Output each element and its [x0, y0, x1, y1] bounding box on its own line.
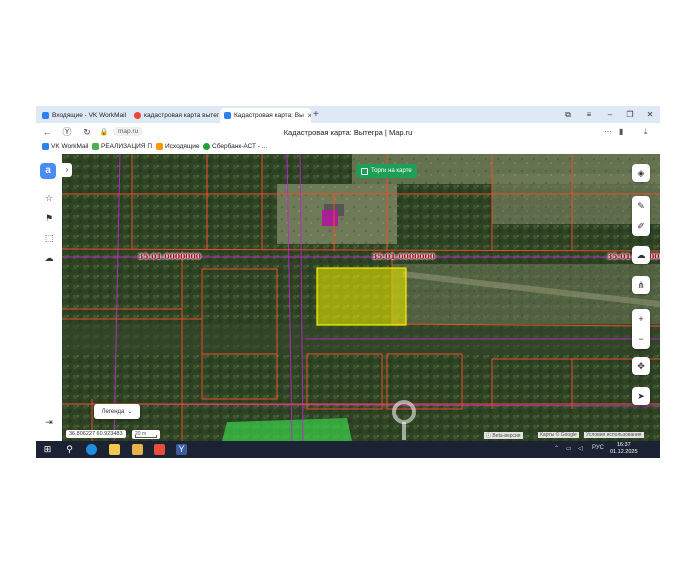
bookmark-label: Сбербанк-АСТ - ... — [212, 143, 268, 150]
yandex-browser-icon[interactable]: Y — [176, 444, 187, 455]
pencil-icon[interactable]: ✎ — [632, 196, 650, 216]
legend-button[interactable]: Легенда ⌄ — [94, 404, 140, 419]
more-icon[interactable]: ··· — [604, 127, 612, 137]
map-sidebar: a ☆ ⚑ ⬚ ☁ ⇥ — [36, 154, 62, 441]
folder-icon[interactable] — [132, 444, 143, 455]
cloud-upload-icon: ☁ — [636, 250, 646, 260]
cloud-icon[interactable]: ☁ — [43, 252, 55, 264]
tab-bar: Входящие - VK WorkMail кадастровая карта… — [36, 106, 660, 123]
tab-yandex-search[interactable]: кадастровая карта вытег — [130, 108, 220, 123]
tab-label: Входящие - VK WorkMail — [52, 112, 127, 119]
system-clock[interactable]: 16:37 01.12.2025 — [610, 442, 638, 456]
checkbox-icon[interactable] — [361, 167, 368, 175]
yandex-icon — [134, 112, 141, 119]
collections-icon[interactable]: ⧉ — [561, 108, 575, 121]
cadastral-label: 35:01:0000000 — [138, 252, 201, 261]
flag-icon[interactable]: ⚑ — [43, 212, 55, 224]
mail-icon — [42, 143, 49, 150]
edit-icon[interactable]: ✐ — [632, 216, 650, 236]
pan-button[interactable]: ✥ — [632, 357, 650, 375]
layers-button[interactable]: ◈ — [632, 164, 650, 182]
cursor-coordinates: 36.806227 60.923483 — [66, 430, 126, 438]
clock-date: 01.12.2025 — [610, 449, 638, 455]
windows-start-icon[interactable]: ⊞ — [42, 444, 53, 455]
search-icon[interactable]: ⚲ — [64, 444, 75, 455]
scale-line — [135, 435, 157, 438]
document-icon — [92, 143, 99, 150]
collapse-sidebar-icon[interactable]: › — [62, 163, 72, 177]
bookmark-label: VK WorkMail — [51, 143, 89, 150]
tray-chevron-icon[interactable]: ⌃ — [554, 445, 559, 452]
map-canvas[interactable]: › Торги на карте 35:01:0000000 35:01:000… — [62, 154, 660, 441]
bookmark-label: РЕАЛИЗАЦИЯ П — [101, 143, 153, 150]
file-explorer-icon[interactable] — [109, 444, 120, 455]
volume-icon[interactable]: ◁ — [578, 445, 583, 452]
location-arrow-icon: ➤ — [637, 391, 645, 401]
attribution-maps[interactable]: Карты © Google — [538, 432, 579, 438]
clock-time: 16:37 — [616, 442, 631, 448]
windows-taskbar: ⊞ ⚲ Y ⌃ ▭ ◁ РУС 16:37 01.12.2025 — [36, 441, 660, 458]
draw-tools-group: ✎ ✐ — [632, 196, 650, 236]
app-icon[interactable] — [154, 444, 165, 455]
address-bar: ← Ⓨ ↻ 🔒 map.ru Кадастровая карта: Вытегр… — [36, 123, 660, 142]
layers-icon: ◈ — [637, 168, 645, 178]
tab-label: Кадастровая карта: Вы — [234, 112, 304, 119]
highlighted-parcel[interactable] — [316, 267, 407, 326]
legend-label: Легенда — [101, 408, 125, 415]
torgi-toggle-button[interactable]: Торги на карте — [356, 164, 417, 178]
language-indicator[interactable]: РУС — [592, 445, 604, 451]
move-icon: ✥ — [637, 361, 645, 371]
cadastral-label: 35:01:0000000 — [372, 252, 435, 261]
browser-window: Входящие - VK WorkMail кадастровая карта… — [36, 106, 660, 458]
watermark: циан — [420, 448, 552, 499]
bookmark-realizatsiya[interactable]: РЕАЛИЗАЦИЯ П — [92, 143, 152, 150]
map-ru-icon — [224, 112, 231, 119]
tab-vk-workmail[interactable]: Входящие - VK WorkMail — [38, 108, 130, 123]
bookmark-vk-workmail[interactable]: VK WorkMail — [42, 143, 88, 150]
new-tab-button[interactable]: + — [313, 108, 319, 121]
satellite-map — [62, 154, 660, 441]
network-icon[interactable]: ▭ — [566, 445, 572, 452]
zoom-in-icon[interactable]: + — [632, 309, 650, 329]
beta-label: ⓘ Beta-версия — [484, 432, 523, 439]
beta-text: Beta-версия — [492, 433, 521, 439]
chevron-down-icon: ⌄ — [127, 409, 133, 415]
tab-label: кадастровая карта вытег — [144, 112, 220, 119]
share-button[interactable]: ⋔ — [632, 276, 650, 294]
watermark-pin-icon — [392, 400, 416, 440]
mail-icon — [42, 112, 49, 119]
page-title: Кадастровая карта: Вытегра | Map.ru — [283, 128, 413, 137]
map-ru-logo[interactable]: a — [40, 163, 56, 179]
geolocation-button[interactable]: ➤ — [632, 387, 650, 405]
share-icon: ⋔ — [637, 280, 645, 290]
close-window-icon[interactable]: ✕ — [643, 108, 657, 121]
close-tab-icon[interactable]: ✕ — [307, 112, 311, 120]
menu-icon[interactable]: ≡ — [582, 108, 596, 121]
bookmark-iskhodyashchie[interactable]: Исходящие — [156, 143, 199, 150]
maximize-icon[interactable]: ❐ — [623, 108, 637, 121]
zoom-controls: + − — [632, 309, 650, 349]
info-icon: ⓘ — [486, 433, 492, 439]
scale-bar: 20 m — [132, 430, 160, 439]
cloud-upload-button[interactable]: ☁ — [632, 246, 650, 264]
folder-icon — [156, 143, 163, 150]
torgi-label: Торги на карте — [371, 168, 412, 174]
login-icon[interactable]: ⇥ — [43, 416, 55, 428]
select-area-icon[interactable]: ⬚ — [43, 232, 55, 244]
bookmark-icon[interactable]: ▮ — [619, 127, 623, 137]
zoom-out-icon[interactable]: − — [632, 329, 650, 349]
download-icon[interactable]: ⤓ — [644, 127, 648, 137]
bookmark-label: Исходящие — [165, 143, 200, 150]
terms-link[interactable]: Условия использования — [584, 432, 644, 438]
star-icon[interactable]: ☆ — [43, 192, 55, 204]
edge-icon[interactable] — [86, 444, 97, 455]
sberbank-icon — [203, 143, 210, 150]
tab-map-ru[interactable]: Кадастровая карта: Вы ✕ — [220, 108, 311, 123]
minimize-icon[interactable]: – — [603, 108, 617, 121]
bookmark-sberbank-ast[interactable]: Сбербанк-АСТ - ... — [203, 143, 267, 150]
